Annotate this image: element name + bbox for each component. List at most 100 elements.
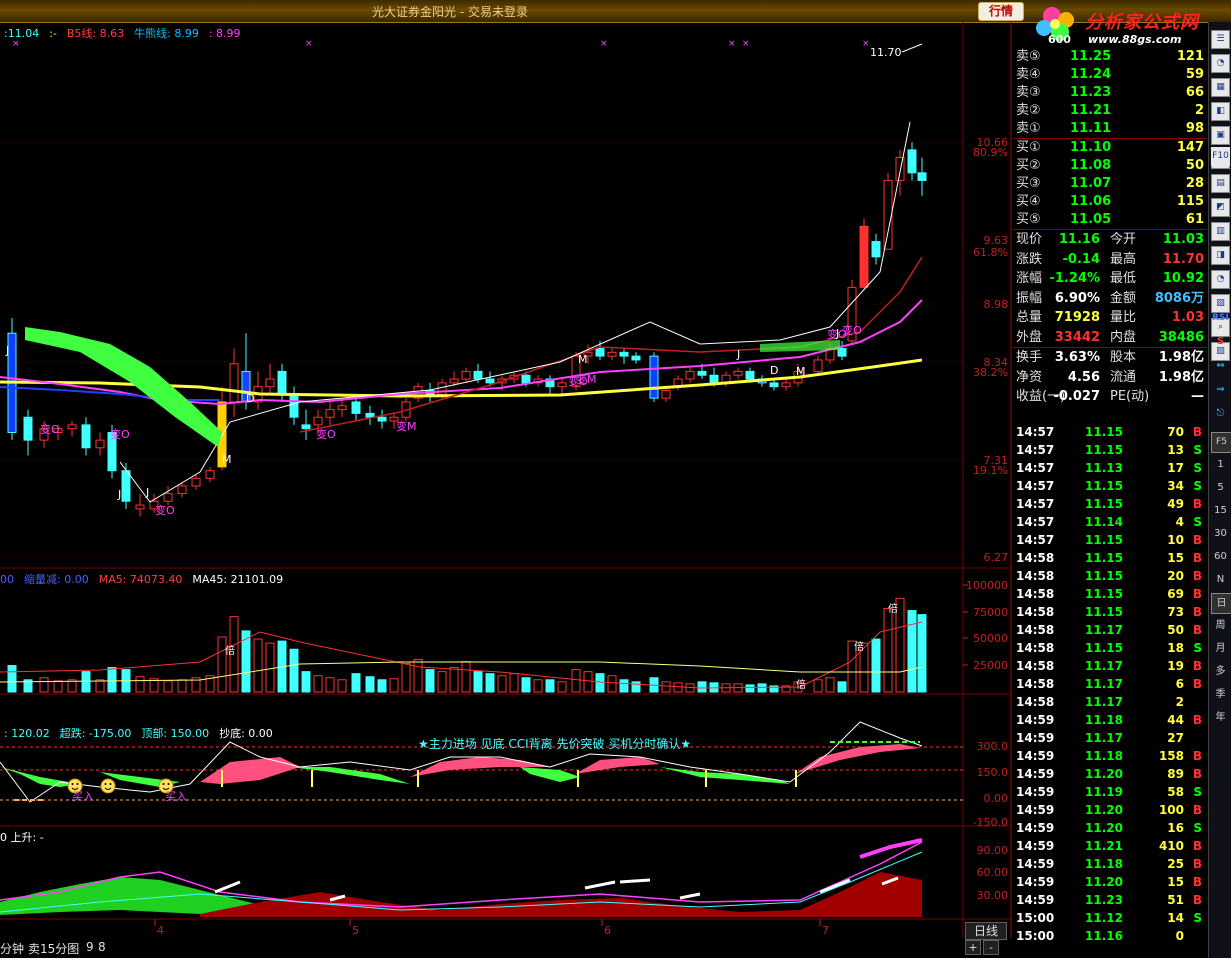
volume-bar — [325, 677, 335, 693]
cci-band — [575, 757, 660, 774]
trend-panel-shapes — [0, 838, 923, 917]
trade-time: 14:57 — [1016, 443, 1055, 457]
top-marker: × — [600, 39, 608, 49]
toolbar-tool-icon[interactable]: ☰ — [1211, 30, 1230, 49]
trade-time: 15:00 — [1016, 929, 1055, 943]
toolbar-tool-icon[interactable]: ◔ — [1211, 270, 1230, 289]
period-3[interactable]: 15 — [1211, 501, 1230, 520]
period-8[interactable]: 周 — [1211, 616, 1230, 635]
candle — [191, 474, 201, 490]
sell-level-label: 卖① — [1016, 121, 1041, 136]
period-11[interactable]: 季 — [1211, 685, 1230, 704]
trade-row: 14:58 11.17 50 B — [1013, 621, 1206, 639]
toolbar-tool-icon[interactable]: ▣ — [1211, 126, 1230, 145]
date-axis-label: 7 — [822, 924, 829, 937]
toolbar-tool-icon[interactable]: ◔ — [1211, 54, 1230, 73]
trade-volume: 34 — [1167, 479, 1184, 493]
period-10[interactable]: 多 — [1211, 662, 1230, 681]
daily-tab[interactable]: 日线 — [965, 922, 1007, 940]
stat-row: 振幅 6.90% 金额 8086万 — [1013, 289, 1206, 309]
volume-bar — [163, 680, 173, 693]
candle — [871, 233, 881, 265]
trade-price: 11.17 — [1085, 677, 1123, 691]
chart-area[interactable]: 10.6680.9%9.6361.8%8.988.3438.2%7.3119.1… — [0, 22, 1012, 938]
trade-volume: 6 — [1175, 677, 1184, 691]
period-label-15min[interactable]: 卖15分图 — [28, 940, 79, 957]
candle — [289, 386, 299, 425]
cci-axis-label: 0.00 — [984, 792, 1009, 805]
trade-side: S — [1193, 641, 1202, 655]
candle — [301, 409, 311, 441]
sell-volume: 66 — [1185, 85, 1204, 100]
period-9[interactable]: 月 — [1211, 639, 1230, 658]
period-1[interactable]: 1 — [1211, 455, 1230, 474]
sell-volume: 59 — [1185, 67, 1204, 82]
buy-price: 11.08 — [1070, 158, 1112, 173]
trade-volume: 51 — [1167, 893, 1184, 907]
trade-row: 14:58 11.15 73 B — [1013, 603, 1206, 621]
volume-bar — [485, 673, 495, 693]
zoom-controls: + - — [965, 940, 1005, 956]
period-12[interactable]: 年 — [1211, 708, 1230, 727]
zoom-out-button[interactable]: - — [983, 940, 999, 955]
s-button[interactable]: S — [1211, 332, 1230, 351]
trade-side: B — [1192, 587, 1202, 601]
trade-time: 14:57 — [1016, 479, 1055, 493]
cci-axis-label: -150.0 — [973, 816, 1008, 829]
vol-ind-1: 缩量减: 0.00 — [24, 573, 89, 586]
trade-price: 11.15 — [1085, 569, 1123, 583]
trade-price: 11.20 — [1085, 767, 1123, 781]
period-0[interactable]: F5 — [1211, 432, 1231, 453]
trade-volume: 10 — [1167, 533, 1184, 547]
trade-side: B — [1192, 677, 1202, 691]
quote-panel: 卖⑤ 11.25 121 卖④ 11.24 59 卖③ 11.23 66 卖② 11.21 2 卖① 11… — [1013, 48, 1206, 407]
period-5[interactable]: 60 — [1211, 547, 1230, 566]
signal-label: M — [222, 453, 232, 466]
buy-volume: 115 — [1176, 194, 1204, 209]
period-label-minute[interactable]: 分钟 — [0, 940, 24, 957]
buy-row: 买② 11.08 50 — [1013, 157, 1206, 175]
period-7[interactable]: 日 — [1211, 593, 1231, 614]
volume-bar — [289, 648, 299, 693]
signal-label: D — [770, 364, 778, 377]
trade-side: S — [1193, 821, 1202, 835]
toolbar-tool-icon[interactable]: ▤ — [1211, 174, 1230, 193]
market-button[interactable]: 行情 — [978, 2, 1024, 21]
volume-bar — [95, 679, 105, 693]
nav-arrow-icon[interactable]: ⎋ — [1211, 404, 1230, 423]
candle — [205, 466, 215, 483]
volume-bar — [883, 608, 893, 693]
trade-time: 14:59 — [1016, 893, 1055, 907]
buy-row: 买⑤ 11.05 61 — [1013, 211, 1206, 230]
trade-volume: 25 — [1167, 857, 1184, 871]
sell-volume: 98 — [1185, 121, 1204, 136]
sell-volume: 2 — [1194, 103, 1204, 118]
stat-value: 10.92 — [1162, 271, 1204, 286]
stat-value: 3.63% — [1054, 350, 1100, 365]
volume-bar — [757, 683, 767, 693]
sell-price: 11.25 — [1070, 49, 1112, 64]
trade-volume: 158 — [1158, 749, 1184, 763]
period-4[interactable]: 30 — [1211, 524, 1230, 543]
rsi-button[interactable]: RSI — [1211, 309, 1230, 328]
nav-arrow-icon[interactable]: ⇒ — [1211, 380, 1230, 399]
trade-row: 14:57 11.15 70 B — [1013, 423, 1206, 441]
trade-price: 11.23 — [1085, 893, 1123, 907]
f10-button[interactable]: F10 — [1211, 147, 1230, 166]
trade-price: 11.16 — [1085, 929, 1123, 943]
stat-row: 现价 11.16 今开 11.03 — [1013, 230, 1206, 250]
toolbar-tool-icon[interactable]: ▥ — [1211, 222, 1230, 241]
period-6[interactable]: N — [1211, 570, 1230, 589]
zoom-in-button[interactable]: + — [965, 940, 981, 955]
toolbar-tool-icon[interactable]: ◨ — [1211, 246, 1230, 265]
cci-band — [410, 757, 550, 777]
stat-label: 流通 — [1110, 369, 1137, 385]
toolbar-tool-icon[interactable]: ◩ — [1211, 198, 1230, 217]
toolbar-tool-icon[interactable]: ▦ — [1211, 78, 1230, 97]
buy-price: 11.06 — [1070, 194, 1112, 209]
toolbar-tool-icon[interactable]: ◧ — [1211, 102, 1230, 121]
trend-magenta-thick — [859, 838, 923, 859]
nav-arrow-icon[interactable]: ⇔ — [1211, 356, 1230, 375]
period-2[interactable]: 5 — [1211, 478, 1230, 497]
trade-row: 14:59 11.20 15 B — [1013, 873, 1206, 891]
